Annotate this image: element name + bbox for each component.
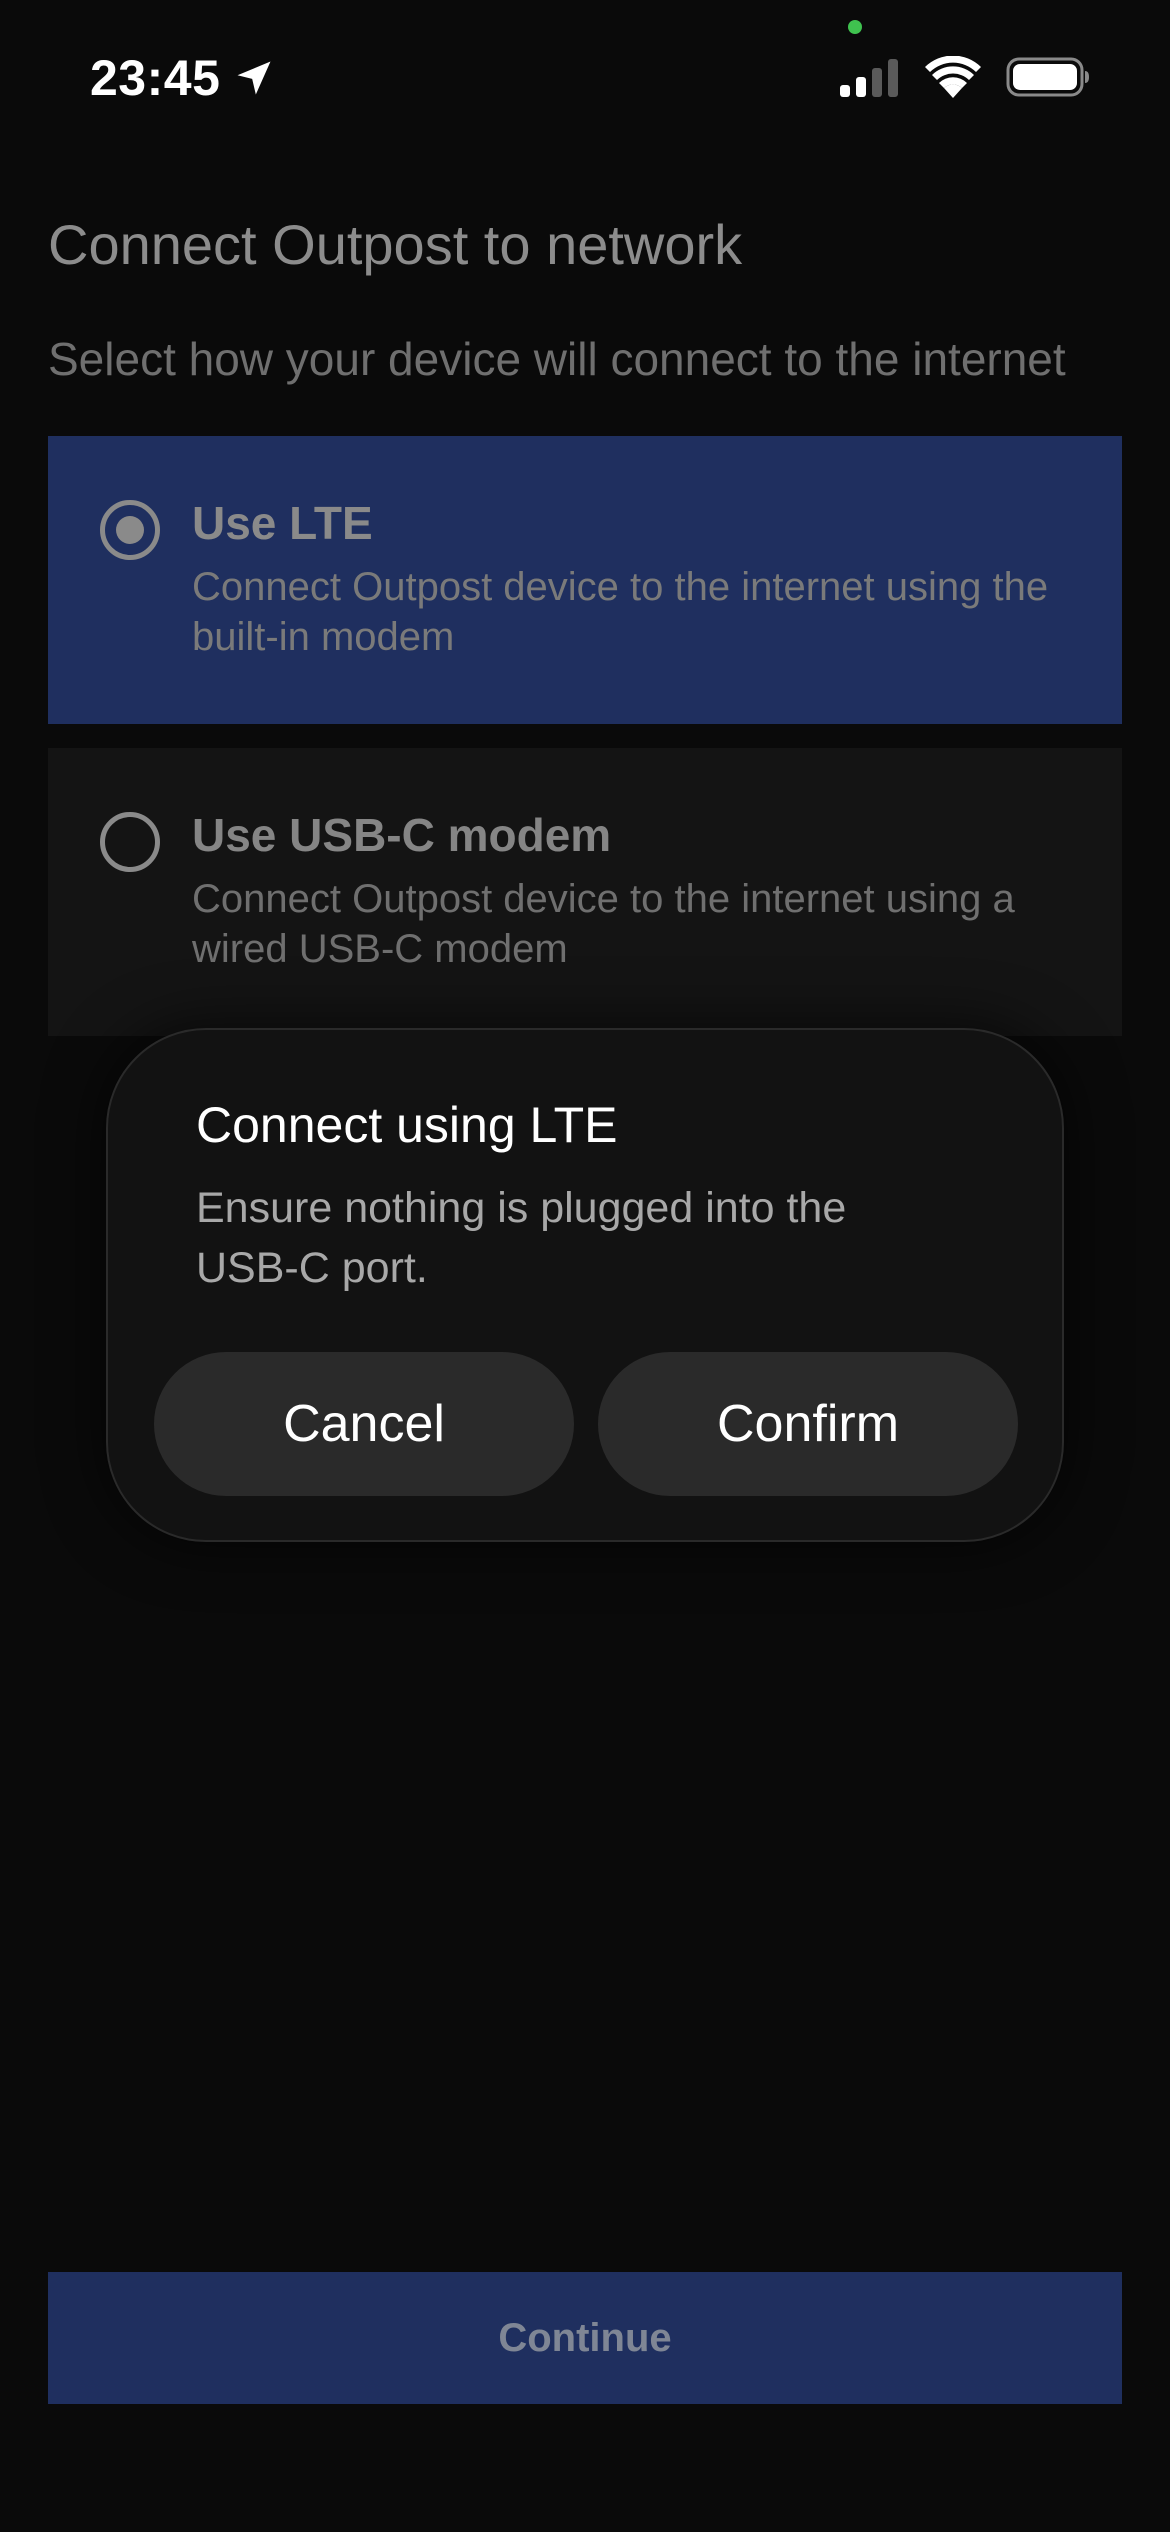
radio-dot [116,516,144,544]
option-description: Connect Outpost device to the internet u… [192,565,1049,659]
option-use-usb-c-modem[interactable]: Use USB-C modem Connect Outpost device t… [48,748,1122,1036]
location-arrow-icon [237,61,271,95]
option-title: Use LTE [192,497,373,549]
page-subtitle: Select how your device will connect to t… [48,333,1066,385]
status-time-group: 23:45 [90,46,276,110]
confirm-button[interactable]: Confirm [598,1352,1018,1496]
privacy-indicator-dot [848,20,862,34]
radio-selected-icon[interactable] [100,500,160,560]
status-time: 23:45 [90,50,221,106]
option-title: Use USB-C modem [192,809,612,861]
dialog-message: Ensure nothing is plugged into the USB-C… [196,1184,847,1292]
confirm-dialog: Connect using LTE Ensure nothing is plug… [106,1028,1064,1542]
status-icons [838,52,1090,102]
continue-button[interactable]: Continue [48,2272,1122,2404]
option-use-lte[interactable]: Use LTE Connect Outpost device to the in… [48,436,1122,724]
option-description: Connect Outpost device to the internet u… [192,877,1015,971]
radio-unselected-icon[interactable] [100,812,160,872]
status-bar: 23:45 [0,0,1170,150]
battery-icon [1006,57,1089,97]
cancel-button[interactable]: Cancel [154,1352,574,1496]
wifi-icon [925,56,981,98]
page-title: Connect Outpost to network [48,213,743,276]
cellular-signal-icon [840,59,898,97]
dialog-title: Connect using LTE [196,1097,618,1153]
